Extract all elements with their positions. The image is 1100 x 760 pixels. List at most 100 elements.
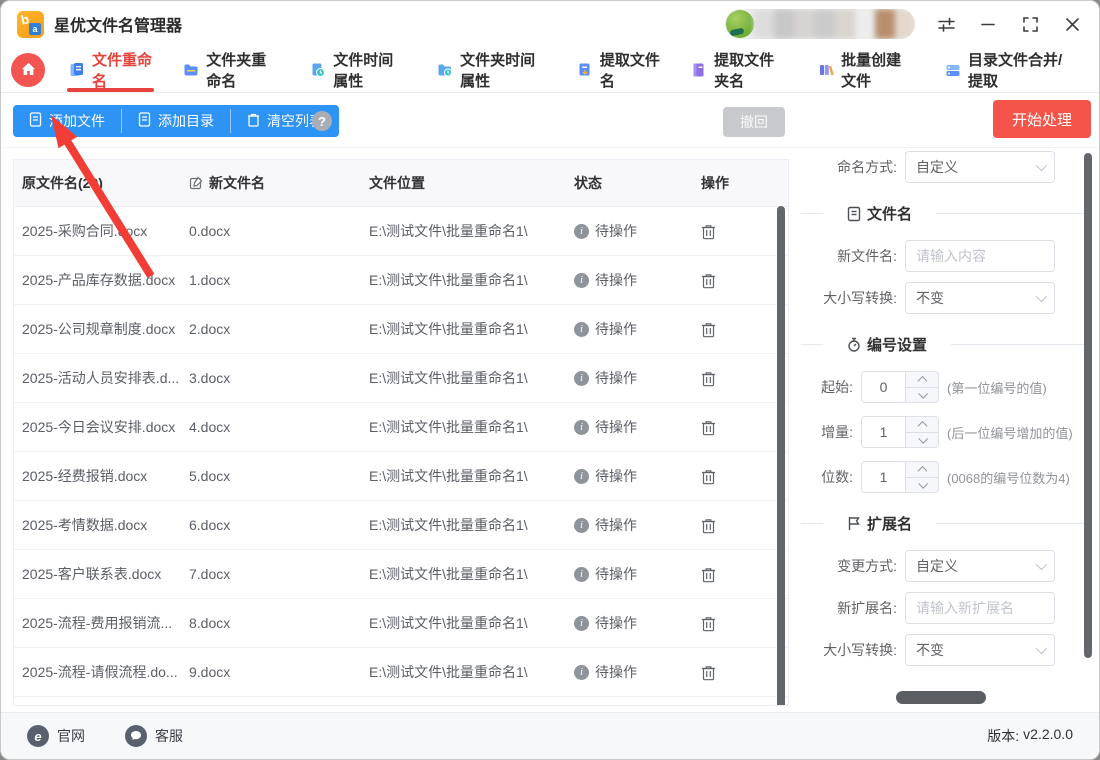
increase-icon[interactable] <box>906 462 938 478</box>
status-cell: 待操作 <box>574 368 689 388</box>
undo-button[interactable]: 撤回 <box>723 107 785 137</box>
folder-time-icon <box>437 62 453 78</box>
tab-2[interactable]: 文件夹重命名 <box>181 47 281 92</box>
digits-stepper <box>861 461 939 493</box>
digits-label: 位数: <box>821 469 853 485</box>
increment-input[interactable] <box>862 417 905 447</box>
tab-3[interactable]: 文件时间属性 <box>308 47 408 92</box>
new-filename: 3.docx <box>189 370 231 386</box>
add-directory-button[interactable]: 添加目录 <box>122 105 230 137</box>
chevron-down-icon <box>1035 642 1048 655</box>
col-original-name: 原文件名(20) <box>22 175 103 191</box>
customer-service-link[interactable]: 客服 <box>125 725 183 747</box>
naming-mode-select[interactable]: 自定义 <box>905 151 1055 183</box>
tab-8[interactable]: 目录文件合并/提取 <box>943 47 1072 92</box>
file-location: E:\测试文件\批量重命名1\ <box>369 664 528 680</box>
info-icon <box>574 223 589 239</box>
digits-hint: (0068的编号位数为4) <box>947 470 1070 486</box>
original-filename: 2025-经费报销.docx <box>22 468 148 484</box>
home-button[interactable] <box>11 52 45 87</box>
status-cell: 待操作 <box>574 417 689 437</box>
add-files-button[interactable]: 添加文件 <box>13 105 121 137</box>
file-location: E:\测试文件\批量重命名1\ <box>369 566 528 582</box>
tab-label: 文件重命名 <box>92 51 153 90</box>
change-mode-label: 变更方式: <box>837 558 897 574</box>
tab-label: 提取文件夹名 <box>714 51 775 90</box>
decrease-icon[interactable] <box>906 387 938 402</box>
info-icon <box>574 615 589 631</box>
new-filename-input[interactable] <box>905 240 1055 272</box>
status-cell: 待操作 <box>574 515 689 535</box>
footer: e 官网 客服 版本: v2.2.0.0 <box>1 712 1099 759</box>
browser-icon: e <box>27 725 49 747</box>
settings-sliders-icon[interactable] <box>935 13 957 35</box>
app-logo-icon: ba <box>17 10 44 38</box>
info-icon <box>574 566 589 582</box>
tab-6[interactable]: 提取文件夹名 <box>689 47 789 92</box>
panel-scrollbar[interactable] <box>1084 153 1092 658</box>
table-row: 2025-产品库存数据.docx 1.docx E:\测试文件\批量重命名1\ 待操作 <box>14 256 788 305</box>
tab-4[interactable]: 文件夹时间属性 <box>435 47 548 92</box>
delete-row-icon[interactable] <box>701 566 769 583</box>
maximize-button[interactable] <box>1019 13 1041 35</box>
trash-icon <box>247 112 260 130</box>
new-filename: 2.docx <box>189 321 231 337</box>
table-row: 2025-公司规章制度.docx 2.docx E:\测试文件\批量重命名1\ 待操作 <box>14 305 788 354</box>
table-row: 2025-经费报销.docx 5.docx E:\测试文件\批量重命名1\ 待操作 <box>14 452 788 501</box>
file-location: E:\测试文件\批量重命名1\ <box>369 370 528 386</box>
increment-label: 增量: <box>821 424 853 440</box>
merge-extract-icon <box>945 62 961 78</box>
delete-row-icon[interactable] <box>701 370 769 387</box>
help-button[interactable]: ? <box>312 111 332 131</box>
naming-mode-label: 命名方式: <box>837 159 897 175</box>
version-text: 版本: v2.2.0.0 <box>987 726 1073 744</box>
status-text: 待操作 <box>595 664 637 680</box>
start-process-button[interactable]: 开始处理 <box>993 100 1091 138</box>
col-location: 文件位置 <box>369 175 425 191</box>
delete-row-icon[interactable] <box>701 223 769 240</box>
increase-icon[interactable] <box>906 417 938 433</box>
tabbar: 文件重命名 文件夹重命名 文件时间属性 文件夹时间属性 提取文件名 提取文件夹名 批量创建文… <box>1 47 1099 93</box>
status-text: 待操作 <box>595 615 637 631</box>
user-account-pill[interactable] <box>725 9 915 39</box>
file-location: E:\测试文件\批量重命名1\ <box>369 321 528 337</box>
ext-case-convert-select[interactable]: 不变 <box>905 634 1055 666</box>
table-scrollbar[interactable] <box>777 206 785 705</box>
tab-1[interactable]: 文件重命名 <box>67 47 155 92</box>
status-text: 待操作 <box>595 517 637 533</box>
extract-filename-icon <box>577 62 593 78</box>
user-avatar <box>726 10 754 38</box>
delete-row-icon[interactable] <box>701 615 769 632</box>
delete-row-icon[interactable] <box>701 419 769 436</box>
original-filename: 2025-产品库存数据.docx <box>22 272 176 288</box>
delete-row-icon[interactable] <box>701 517 769 534</box>
status-cell: 待操作 <box>574 564 689 584</box>
case-convert-select[interactable]: 不变 <box>905 282 1055 314</box>
tab-label: 目录文件合并/提取 <box>968 51 1063 90</box>
tab-5[interactable]: 提取文件名 <box>575 47 662 92</box>
folder-rename-icon <box>183 62 199 78</box>
col-action: 操作 <box>701 175 729 191</box>
delete-row-icon[interactable] <box>701 468 769 485</box>
col-new-name: 新文件名 <box>189 173 369 193</box>
change-mode-select[interactable]: 自定义 <box>905 550 1055 582</box>
status-text: 待操作 <box>595 321 637 337</box>
tab-7[interactable]: 批量创建文件 <box>816 47 916 92</box>
decrease-icon[interactable] <box>906 432 938 447</box>
flag-icon <box>847 516 861 531</box>
add-directory-label: 添加目录 <box>158 113 214 129</box>
close-button[interactable] <box>1061 13 1083 35</box>
table-row: 2025-采购合同.docx 0.docx E:\测试文件\批量重命名1\ 待操作 <box>14 207 788 256</box>
new-extension-input[interactable] <box>905 592 1055 624</box>
delete-row-icon[interactable] <box>701 321 769 338</box>
increase-icon[interactable] <box>906 372 938 388</box>
new-filename: 6.docx <box>189 517 231 533</box>
decrease-icon[interactable] <box>906 477 938 492</box>
minimize-button[interactable] <box>977 13 999 35</box>
delete-row-icon[interactable] <box>701 272 769 289</box>
start-number-input[interactable] <box>862 372 905 402</box>
digits-input[interactable] <box>862 462 905 492</box>
new-extension-label: 新扩展名: <box>837 600 897 616</box>
delete-row-icon[interactable] <box>701 664 769 681</box>
official-website-link[interactable]: e 官网 <box>27 725 85 747</box>
